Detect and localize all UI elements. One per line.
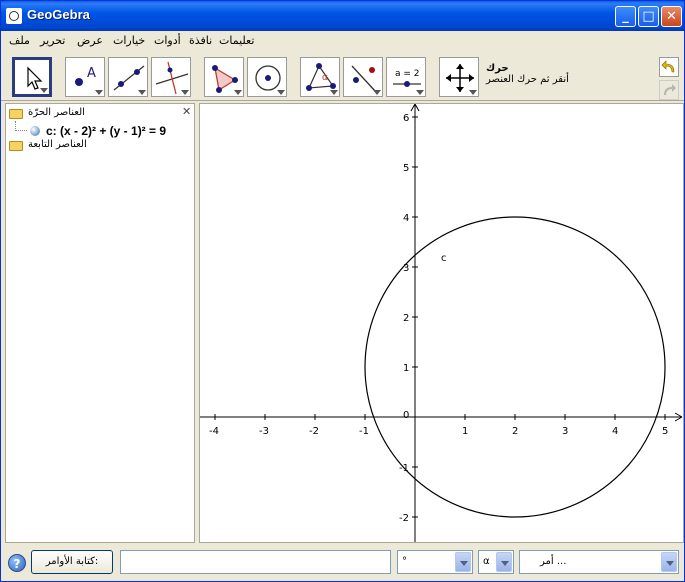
dropdown-indicator <box>373 90 381 95</box>
dropdown-indicator <box>469 90 477 95</box>
chevron-down-icon[interactable] <box>496 552 512 572</box>
geogebra-app-icon <box>6 8 22 24</box>
undo-button[interactable] <box>659 57 679 77</box>
y-tick-label: 5 <box>403 163 409 174</box>
command-input[interactable] <box>120 550 391 574</box>
minimize-icon: _ <box>622 9 629 24</box>
dropdown-indicator <box>181 90 189 95</box>
menu-options[interactable]: خيارات <box>113 34 145 47</box>
origin-label: 0 <box>403 410 409 421</box>
y-tick-label: 6 <box>403 113 409 124</box>
tool-name: حرك <box>486 63 509 74</box>
maximize-button[interactable]: □ <box>638 6 659 27</box>
move-graphics-tool-button[interactable] <box>439 57 479 97</box>
menu-tools[interactable]: أدوات <box>154 34 181 47</box>
redo-button[interactable] <box>659 80 679 100</box>
menu-view[interactable]: عرض <box>77 34 103 47</box>
x-tick-label: -2 <box>309 426 319 437</box>
symbol-dropdown[interactable]: ° <box>397 550 473 574</box>
dropdown-indicator <box>277 90 285 95</box>
symbol-value: ° <box>402 556 407 567</box>
chevron-down-icon[interactable] <box>661 552 677 572</box>
greek-value: α <box>483 556 490 567</box>
move-tool-button[interactable] <box>12 57 52 97</box>
reflect-tool-button[interactable] <box>343 57 383 97</box>
dropdown-indicator <box>234 90 242 95</box>
x-tick-label: 5 <box>662 426 668 437</box>
dropdown-indicator <box>95 90 103 95</box>
minimize-button[interactable]: _ <box>615 6 636 27</box>
chevron-down-icon[interactable] <box>455 552 471 572</box>
tool-help: أنقر ثم حرك العنصر <box>486 74 569 85</box>
circle-equation[interactable]: c: (x - 2)² + (y - 1)² = 9 <box>46 124 166 138</box>
redo-icon <box>664 84 676 95</box>
free-objects-label[interactable]: العناصر الحرّة <box>28 107 85 118</box>
close-icon: ✕ <box>666 9 677 24</box>
y-tick-label: 1 <box>403 363 409 374</box>
circle-c[interactable] <box>364 216 666 518</box>
close-algebra-icon[interactable]: ✕ <box>182 105 191 118</box>
perpendicular-tool-button[interactable] <box>151 57 191 97</box>
graphics-view[interactable]: -4 -3 -2 -1 1 2 3 4 5 -2 -1 1 2 3 4 5 6 0 c <box>199 103 684 543</box>
line-tool-button[interactable] <box>108 57 148 97</box>
geogebra-window: GeoGebra _ □ ✕ ملف تحرير عرض خيارات أدوا… <box>0 0 685 582</box>
tree-connector <box>15 121 27 131</box>
help-icon[interactable]: ? <box>8 554 26 572</box>
menu-help[interactable]: تعليمات <box>219 34 254 47</box>
x-tick-label: 3 <box>562 426 568 437</box>
menu-file[interactable]: ملف <box>9 34 30 47</box>
title-bar[interactable]: GeoGebra _ □ ✕ <box>1 1 684 31</box>
close-button[interactable]: ✕ <box>661 6 682 27</box>
x-tick-label: -4 <box>209 426 219 437</box>
window-title: GeoGebra <box>27 7 90 22</box>
visibility-toggle[interactable] <box>30 126 40 136</box>
undo-icon <box>661 60 675 73</box>
dropdown-indicator <box>416 90 424 95</box>
folder-icon <box>9 109 23 119</box>
algebra-view[interactable]: ✕ العناصر الحرّة c: (x - 2)² + (y - 1)² … <box>5 103 195 543</box>
dependent-objects-label[interactable]: العناصر التابعة <box>28 139 87 150</box>
greek-dropdown[interactable]: α <box>478 550 514 574</box>
y-tick-label: 2 <box>403 313 409 324</box>
input-bar: ? كتابة الأوامر: ° α أمر ... <box>1 546 684 581</box>
slider-tool-button[interactable]: a = 2 <box>386 57 426 97</box>
dropdown-indicator <box>138 90 146 95</box>
svg-text:α: α <box>322 73 328 83</box>
x-tick-label: -1 <box>359 426 369 437</box>
dropdown-indicator <box>40 88 48 93</box>
menu-edit[interactable]: تحرير <box>40 34 65 47</box>
graphics-canvas[interactable]: -4 -3 -2 -1 1 2 3 4 5 -2-1123456 0 c <box>200 104 683 542</box>
y-tick-label: 3 <box>403 263 409 274</box>
y-tick-label: 4 <box>403 213 409 224</box>
polygon-tool-button[interactable] <box>204 57 244 97</box>
tool-info: حرك أنقر ثم حرك العنصر <box>486 63 656 85</box>
command-placeholder: أمر ... <box>540 556 567 567</box>
y-tick-label: -2 <box>399 513 409 524</box>
svg-text:A: A <box>87 66 96 81</box>
angle-tool-button[interactable]: α <box>300 57 340 97</box>
x-tick-label: 4 <box>612 426 618 437</box>
input-label-button[interactable]: كتابة الأوامر: <box>31 550 113 574</box>
toolbar: A α a = 2 حرك أنقر ثم حرك العنصر <box>1 53 684 101</box>
dropdown-indicator <box>330 90 338 95</box>
command-dropdown[interactable]: أمر ... <box>519 550 679 574</box>
point-tool-button[interactable]: A <box>65 57 105 97</box>
slider-label: a = 2 <box>395 69 420 79</box>
x-tick-label: 2 <box>512 426 518 437</box>
circle-tool-button[interactable] <box>247 57 287 97</box>
x-tick-label: -3 <box>259 426 269 437</box>
circle-label[interactable]: c <box>441 253 447 264</box>
folder-icon <box>9 141 23 151</box>
maximize-icon: □ <box>642 9 655 24</box>
menu-bar: ملف تحرير عرض خيارات أدوات نافذة تعليمات <box>1 31 684 51</box>
x-tick-label: 1 <box>462 426 468 437</box>
menu-window[interactable]: نافذة <box>189 34 212 47</box>
